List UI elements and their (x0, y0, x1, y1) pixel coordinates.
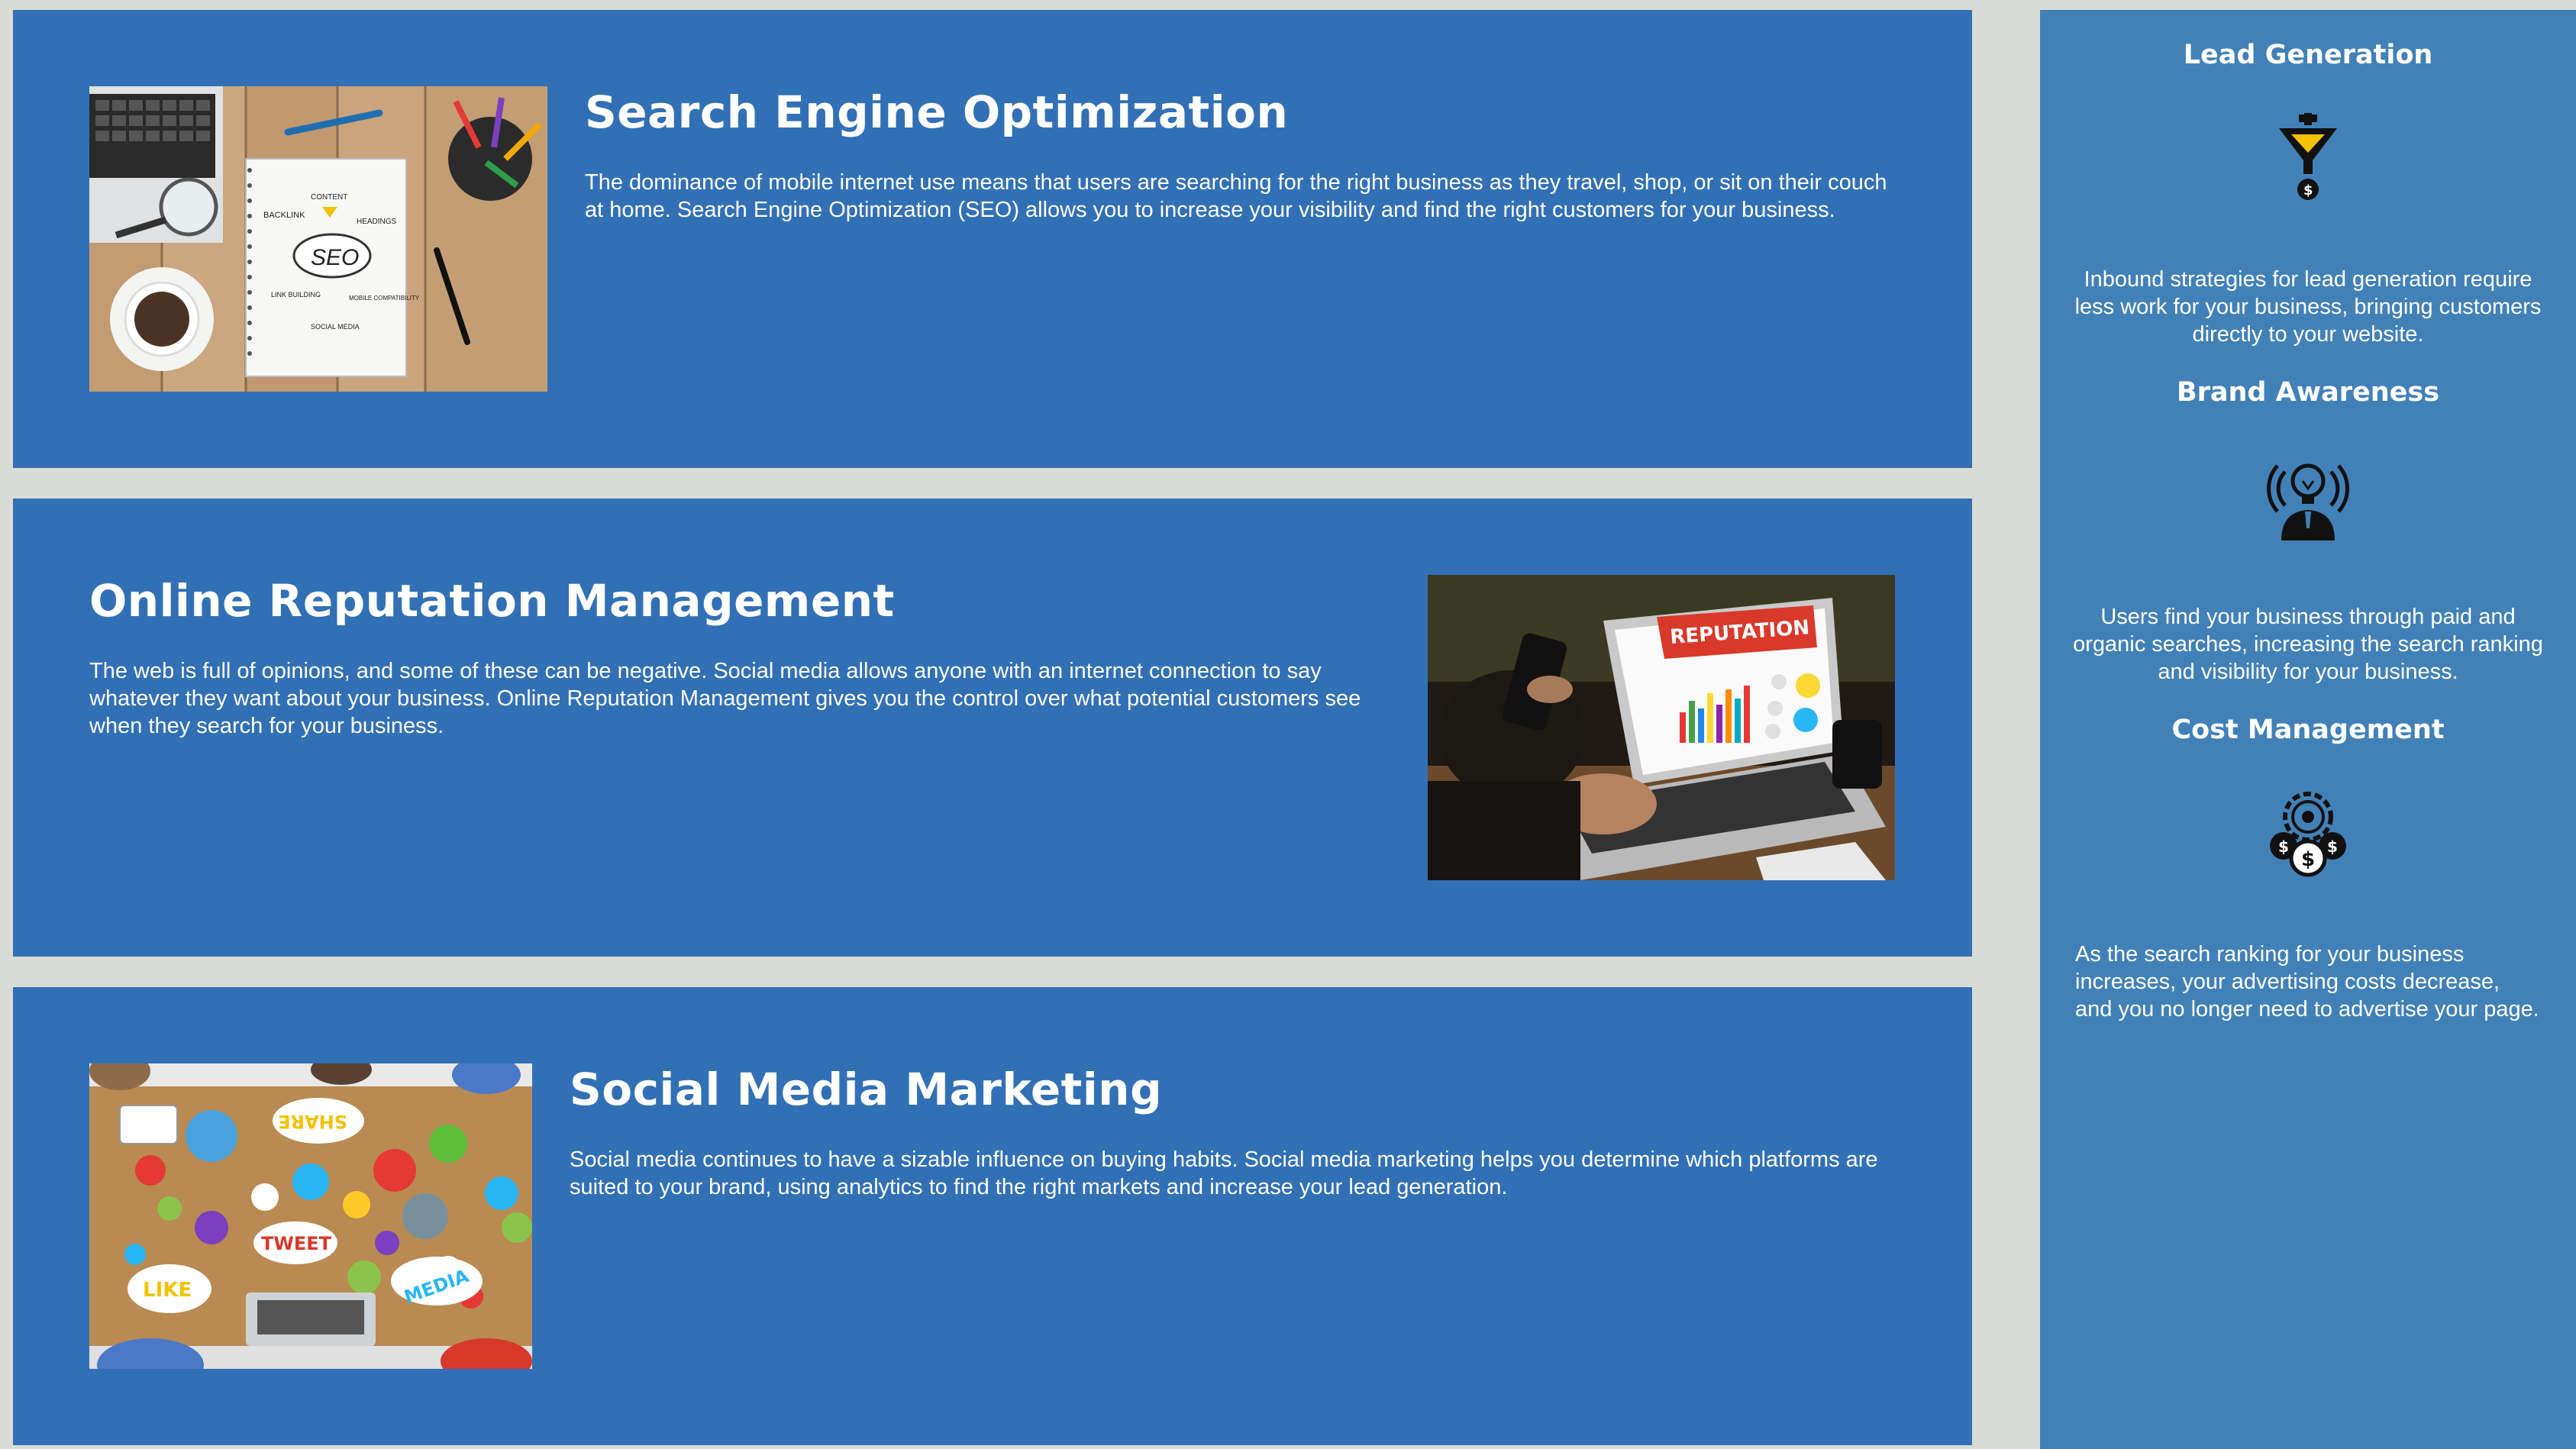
benefits-sidebar: Lead Generation $ Inbound strategies for… (2040, 10, 2576, 1449)
social-media-image: SHARE TWEET LIKE MEDIA (89, 1063, 532, 1369)
reputation-image: REPUTATION (1428, 575, 1895, 880)
gear-coins-icon: $ $ $ (2270, 792, 2346, 877)
benefit-description: Users find your business through paid an… (2073, 605, 2543, 684)
seo-image-seo-label: SEO (311, 245, 359, 270)
seo-image-content-label: CONTENT (311, 193, 347, 202)
seo-description: The dominance of mobile internet use mea… (585, 170, 1887, 222)
funnel-dollar-icon: $ (2279, 113, 2337, 200)
seo-image-headings-label: HEADINGS (357, 218, 397, 226)
benefit-title: Lead Generation (2183, 40, 2433, 70)
seo-title: Search Engine Optimization (585, 86, 1289, 138)
seo-image-link-building-label: LINK BUILDING (271, 291, 321, 299)
reputation-title: Online Reputation Management (89, 575, 895, 627)
svg-text:$: $ (2327, 837, 2338, 856)
svg-text:$: $ (2301, 848, 2315, 871)
benefit-brand-awareness: Brand Awareness Users find your business… (2040, 376, 2576, 686)
benefit-title: Cost Management (2171, 715, 2445, 745)
benefit-description: As the search ranking for your business … (2075, 942, 2539, 1021)
social-media-description: Social media continues to have a sizable… (570, 1147, 1878, 1199)
social-image-share-label: SHARE (278, 1111, 347, 1132)
benefit-lead-generation: Lead Generation $ Inbound strategies for… (2040, 38, 2576, 348)
seo-image: CONTENT BACKLINK HEADINGS SEO LINK BUILD… (89, 86, 547, 392)
content-column: CONTENT BACKLINK HEADINGS SEO LINK BUILD… (13, 10, 1972, 1449)
benefit-description: Inbound strategies for lead generation r… (2074, 267, 2542, 347)
social-media-title: Social Media Marketing (570, 1063, 1163, 1115)
lightbulb-head-icon (2267, 463, 2349, 541)
social-media-card: SHARE TWEET LIKE MEDIA Social Media Mark… (13, 987, 1972, 1445)
svg-text:$: $ (2303, 182, 2313, 198)
reputation-card: Online Reputation Management The web is … (13, 499, 1972, 957)
social-image-tweet-label: TWEET (261, 1233, 332, 1254)
svg-text:$: $ (2278, 837, 2289, 856)
seo-image-backlink-label: BACKLINK (263, 211, 305, 220)
seo-card: CONTENT BACKLINK HEADINGS SEO LINK BUILD… (13, 10, 1972, 468)
seo-image-social-media-label: SOCIAL MEDIA (311, 323, 360, 331)
social-image-like-label: LIKE (143, 1279, 192, 1302)
seo-image-mobile-label: MOBILE COMPATIBILITY (349, 295, 420, 302)
reputation-description: The web is full of opinions, and some of… (89, 659, 1361, 738)
benefit-title: Brand Awareness (2176, 377, 2440, 408)
benefit-cost-management: Cost Management $ $ $ As the search rank… (2040, 713, 2576, 1023)
